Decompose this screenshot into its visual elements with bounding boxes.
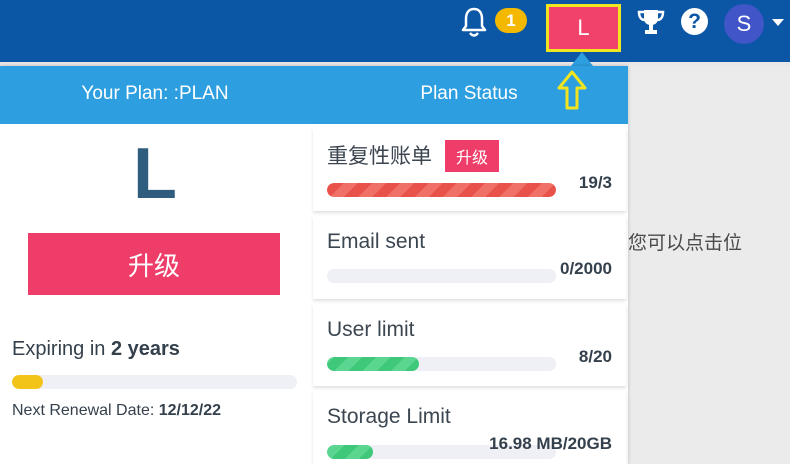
status-value: 16.98 MB/20GB [489,434,612,453]
expiry-progress-fill [12,375,44,389]
status-card-user-limit: User limit 8/20 [313,304,626,386]
status-label: Storage Limit [327,405,451,428]
up-arrow-icon [557,70,587,110]
renewal-date: 12/12/22 [158,402,222,419]
your-plan-label: Your Plan: :PLAN [81,83,229,104]
status-card-recurring-billing: 重复性账单 升级 19/3 [313,128,626,211]
user-avatar[interactable]: S [724,4,764,44]
notification-badge[interactable]: 1 [495,8,527,33]
status-progress-bar [327,269,556,283]
expiring-prefix: Expiring in [12,338,111,360]
status-progress-fill [327,445,373,459]
status-label: User limit [327,318,415,341]
status-upgrade-button[interactable]: 升级 [445,140,499,172]
upgrade-button[interactable]: 升级 [28,233,280,295]
expiring-value: 2 years [110,338,180,360]
expiring-text: Expiring in 2 years [12,338,180,361]
status-value: 19/3 [578,173,612,192]
plan-letter: L [133,134,177,214]
status-card-email-sent: Email sent 0/2000 [313,216,626,299]
status-card-storage-limit: Storage Limit 16.98 MB/20GB [313,391,626,464]
panel-header: Your Plan: :PLAN Plan Status [0,66,628,124]
renewal-prefix: Next Renewal Date: [12,402,159,419]
dropdown-caret [571,52,593,66]
status-value: 0/2000 [560,259,612,278]
status-value: 8/20 [578,347,612,366]
background-hint-text: 您可以点击位 [628,232,743,254]
top-navbar: 1 L ? S [0,0,790,62]
bell-icon[interactable] [459,6,489,38]
renewal-text: Next Renewal Date: 12/12/22 [12,402,221,420]
help-icon[interactable]: ? [681,8,708,35]
status-progress-bar [327,357,556,371]
expiry-progress-bar [12,375,297,389]
status-label: 重复性账单 [327,145,432,168]
trophy-icon[interactable] [636,7,666,37]
chevron-down-icon[interactable] [772,19,784,26]
plan-avatar-button[interactable]: L [546,4,621,52]
status-progress-fill [327,183,556,197]
status-progress-bar [327,183,556,197]
plan-dropdown-panel: Your Plan: :PLAN Plan Status L 升级 Expiri… [0,66,628,464]
status-progress-fill [327,357,419,371]
status-label: Email sent [327,230,426,253]
